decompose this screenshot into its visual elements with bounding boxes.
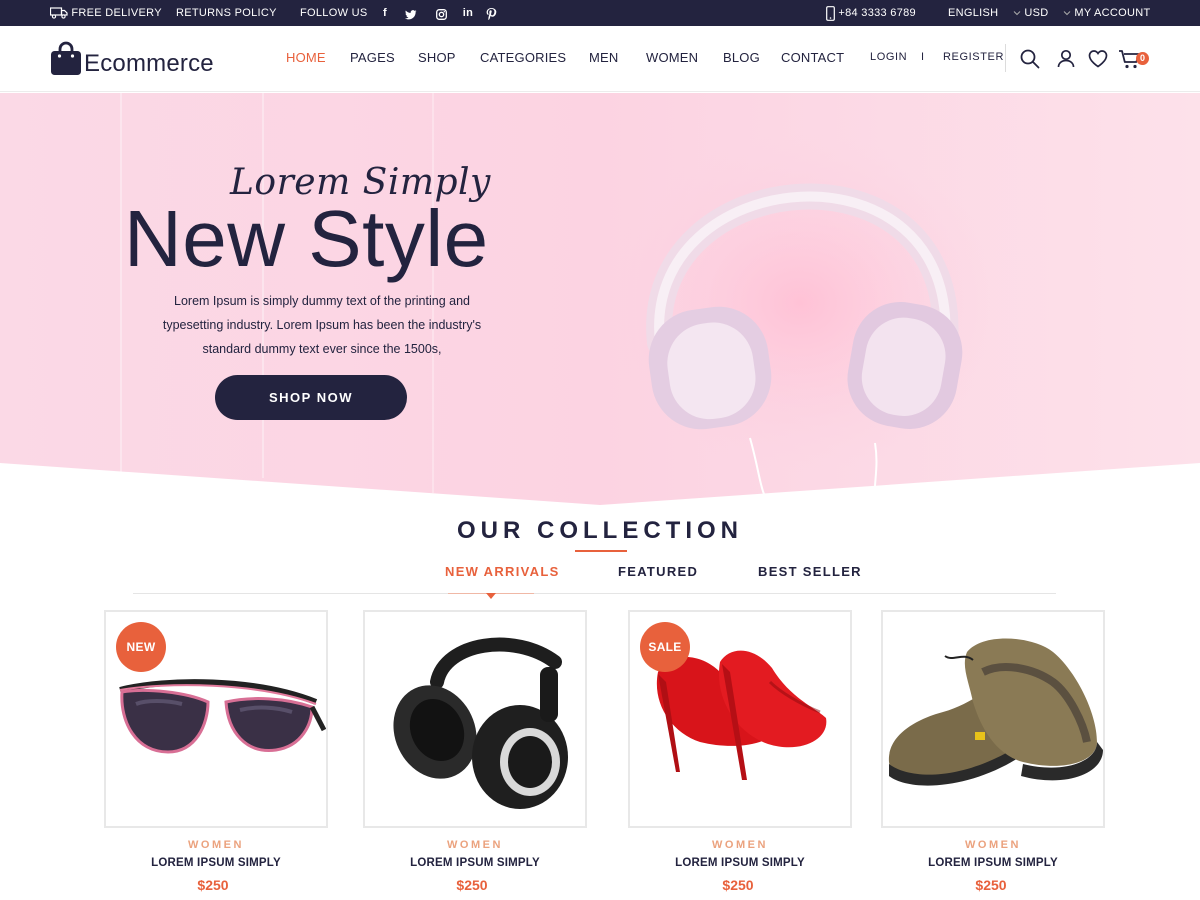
phone-number: +84 3333 6789 <box>838 7 916 19</box>
nav-men[interactable]: MEN <box>589 50 619 65</box>
product-name[interactable]: LOREM IPSUM SIMPLY <box>363 857 587 869</box>
product-card[interactable] <box>363 610 587 828</box>
free-delivery-label: FREE DELIVERY <box>71 7 162 19</box>
nav-shop[interactable]: SHOP <box>418 50 456 65</box>
search-icon[interactable] <box>1019 48 1041 70</box>
product-name[interactable]: LOREM IPSUM SIMPLY <box>104 857 328 869</box>
language-select[interactable]: ENGLISH <box>948 0 998 26</box>
hero-description: Lorem Ipsum is simply dummy text of the … <box>162 294 482 356</box>
free-delivery[interactable]: FREE DELIVERY <box>49 0 162 26</box>
product-card[interactable]: NEW <box>104 610 328 828</box>
nav-contact[interactable]: CONTACT <box>781 50 844 65</box>
product-category: WOMEN <box>447 839 503 851</box>
instagram-icon[interactable] <box>434 5 448 21</box>
nav-home[interactable]: HOME <box>286 50 326 65</box>
tabs-divider <box>133 593 1056 594</box>
product-image-hiking-shoes <box>888 638 1103 786</box>
hero-title: New Style <box>124 194 489 283</box>
product-category: WOMEN <box>188 839 244 851</box>
product-name[interactable]: LOREM IPSUM SIMPLY <box>628 857 852 869</box>
main-header: Ecommerce HOME PAGES SHOP CATEGORIES MEN… <box>0 26 1200 92</box>
chevron-down-icon <box>1063 11 1071 16</box>
product-name[interactable]: LOREM IPSUM SIMPLY <box>881 857 1105 869</box>
phone[interactable]: +84 3333 6789 <box>826 0 916 26</box>
product-price: $250 <box>197 877 229 893</box>
currency-label: USD <box>1024 7 1049 19</box>
product-category: WOMEN <box>712 839 768 851</box>
linkedin-icon[interactable]: in <box>461 5 475 21</box>
currency-select[interactable]: USD <box>1013 0 1048 26</box>
tab-best-seller[interactable]: BEST SELLER <box>758 564 862 579</box>
nav-pages[interactable]: PAGES <box>350 50 395 65</box>
tab-new-arrivals[interactable]: NEW ARRIVALS <box>445 564 560 579</box>
shopping-bag-icon[interactable] <box>50 40 82 76</box>
product-image-headphones <box>393 637 568 809</box>
product-price: $250 <box>722 877 754 893</box>
top-bar: FREE DELIVERY RETURNS POLICY FOLLOW US f… <box>0 0 1200 26</box>
twitter-icon[interactable] <box>404 5 418 21</box>
pinterest-icon[interactable] <box>484 5 498 21</box>
login-link[interactable]: LOGIN <box>870 51 907 63</box>
my-account-label: MY ACCOUNT <box>1074 7 1151 19</box>
returns-policy-link[interactable]: RETURNS POLICY <box>176 0 277 26</box>
cart-count-badge: 0 <box>1136 52 1149 65</box>
auth-separator: I <box>921 51 925 63</box>
nav-blog[interactable]: BLOG <box>723 50 760 65</box>
header-divider <box>1005 44 1006 72</box>
tab-featured[interactable]: FEATURED <box>618 564 698 579</box>
collection-title: OUR COLLECTION <box>457 517 743 544</box>
register-link[interactable]: REGISTER <box>943 51 1004 63</box>
user-icon[interactable] <box>1055 48 1077 70</box>
logo-text[interactable]: Ecommerce <box>84 50 214 78</box>
my-account-menu[interactable]: MY ACCOUNT <box>1063 0 1151 26</box>
follow-us-label: FOLLOW US <box>300 7 368 19</box>
product-category: WOMEN <box>965 839 1021 851</box>
product-price: $250 <box>456 877 488 893</box>
product-price: $250 <box>975 877 1007 893</box>
nav-women[interactable]: WOMEN <box>646 50 698 65</box>
shop-now-button[interactable]: SHOP NOW <box>215 375 407 420</box>
active-tab-arrow <box>486 593 496 599</box>
new-badge: NEW <box>116 622 166 672</box>
product-card[interactable]: SALE <box>628 610 852 828</box>
facebook-icon[interactable]: f <box>378 5 392 21</box>
phone-icon <box>826 5 835 21</box>
collection-title-underline <box>575 550 627 552</box>
truck-icon <box>49 7 68 19</box>
nav-categories[interactable]: CATEGORIES <box>480 50 566 65</box>
sale-badge: SALE <box>640 622 690 672</box>
heart-icon[interactable] <box>1087 48 1109 70</box>
product-card[interactable] <box>881 610 1105 828</box>
chevron-down-icon <box>1013 11 1021 16</box>
